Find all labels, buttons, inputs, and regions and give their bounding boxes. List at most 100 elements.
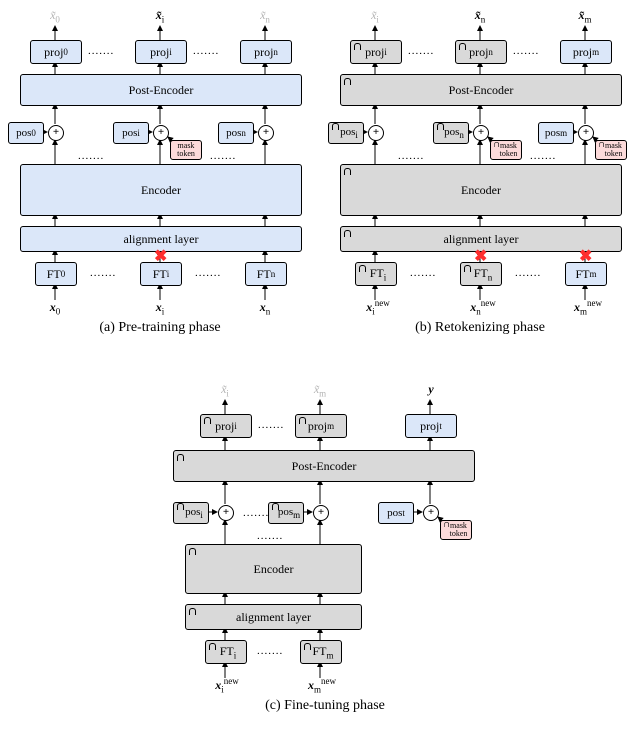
- pos-n: posn: [218, 122, 254, 144]
- lock-icon: [303, 642, 313, 657]
- dots: .......: [193, 45, 219, 57]
- lock-icon: [597, 141, 607, 153]
- proj-n: projn: [455, 40, 507, 64]
- plus-t: +: [423, 505, 439, 521]
- xtilde-i: x̃i: [145, 8, 175, 24]
- mask-token-t: mask token: [440, 520, 472, 540]
- lock-icon: [298, 416, 308, 431]
- cross-icon: ✖: [154, 249, 167, 265]
- x-0: x0: [42, 300, 68, 316]
- lock-icon: [343, 77, 353, 92]
- lock-icon: [358, 264, 368, 279]
- cross-icon: ✖: [579, 249, 592, 265]
- lock-icon: [343, 167, 353, 182]
- xtilde-0: x̃0: [40, 8, 70, 24]
- dots: .......: [257, 530, 283, 542]
- mask-token-i: mask token: [170, 140, 202, 160]
- pos-0: pos0: [8, 122, 44, 144]
- plus-i: +: [218, 505, 234, 521]
- lock-icon: [188, 547, 198, 562]
- panel-a: x̃0 x̃i x̃n proj0 ....... proji ....... …: [0, 0, 320, 340]
- alignment-layer: alignment layer: [185, 604, 362, 630]
- proj-m: projm: [560, 40, 612, 64]
- ft-m: FTm: [300, 640, 342, 664]
- lock-icon: [271, 504, 281, 516]
- proj-m: projm: [295, 414, 347, 438]
- pos-m: posm: [268, 502, 304, 524]
- pos-i: posi: [328, 122, 364, 144]
- dots: .......: [78, 150, 104, 162]
- mask-token-m: mask token: [595, 140, 627, 160]
- pos-t: post: [378, 502, 414, 524]
- dots: .......: [515, 267, 541, 279]
- lock-icon: [343, 229, 353, 244]
- ft-m: FTm: [565, 262, 607, 286]
- lock-icon: [176, 453, 186, 468]
- post-encoder: Post-Encoder: [20, 74, 302, 106]
- plus-0: +: [48, 125, 64, 141]
- plus-m: +: [313, 505, 329, 521]
- xtilde-n: x̃n: [465, 8, 495, 24]
- xtilde-i: x̃i: [210, 382, 240, 398]
- ft-n: FTn: [245, 262, 287, 286]
- lock-icon: [436, 124, 446, 136]
- xtilde-i: x̃i: [360, 8, 390, 24]
- pos-m: posm: [538, 122, 574, 144]
- ft-i: FTi: [355, 262, 397, 286]
- proj-0: proj0: [30, 40, 82, 64]
- post-encoder: Post-Encoder: [340, 74, 622, 106]
- encoder: Encoder: [340, 164, 622, 216]
- lock-icon: [442, 521, 452, 533]
- lock-icon: [458, 42, 468, 57]
- dots: .......: [257, 645, 283, 657]
- dots: .......: [398, 150, 424, 162]
- xnew-i: xinew: [358, 298, 398, 316]
- lock-icon: [463, 264, 473, 279]
- xnew-m: xmnew: [568, 298, 608, 316]
- ft-0: FT0: [35, 262, 77, 286]
- ft-i: FTi: [205, 640, 247, 664]
- ft-i: FTi: [140, 262, 182, 286]
- xnew-n: xnnew: [463, 298, 503, 316]
- xnew-m: xmnew: [302, 676, 342, 694]
- ft-n: FTn: [460, 262, 502, 286]
- x-n: xn: [252, 300, 278, 316]
- y-out: y: [421, 382, 441, 397]
- dots: .......: [530, 150, 556, 162]
- dots: .......: [90, 267, 116, 279]
- pos-i: posi: [173, 502, 209, 524]
- proj-i: proji: [135, 40, 187, 64]
- mask-token-n: mask token: [490, 140, 522, 160]
- lock-icon: [331, 124, 341, 136]
- x-i: xi: [147, 300, 173, 316]
- plus-i: +: [153, 125, 169, 141]
- dots: .......: [408, 45, 434, 57]
- xnew-i: xinew: [207, 676, 247, 694]
- dots: .......: [410, 267, 436, 279]
- dots: .......: [210, 150, 236, 162]
- proj-i: proji: [200, 414, 252, 438]
- lock-icon: [208, 642, 218, 657]
- plus-n: +: [258, 125, 274, 141]
- pos-i: posi: [113, 122, 149, 144]
- plus-i: +: [368, 125, 384, 141]
- caption-a: (a) Pre-training phase: [0, 320, 320, 336]
- dots: .......: [195, 267, 221, 279]
- panel-c: x̃i x̃m y proji ....... projm projt Post…: [145, 360, 505, 720]
- pos-n: posn: [433, 122, 469, 144]
- encoder: Encoder: [20, 164, 302, 216]
- caption-c: (c) Fine-tuning phase: [145, 698, 505, 714]
- plus-m: +: [578, 125, 594, 141]
- proj-n: projn: [240, 40, 292, 64]
- dots: .......: [88, 45, 114, 57]
- panel-b: x̃i x̃n x̃m proji ....... projn ....... …: [320, 0, 640, 340]
- xtilde-m: x̃m: [570, 8, 600, 24]
- lock-icon: [176, 504, 186, 516]
- dots: .......: [243, 507, 269, 519]
- plus-n: +: [473, 125, 489, 141]
- lock-icon: [188, 607, 198, 622]
- dots: .......: [513, 45, 539, 57]
- cross-icon: ✖: [474, 249, 487, 265]
- lock-icon: [203, 416, 213, 431]
- proj-i: proji: [350, 40, 402, 64]
